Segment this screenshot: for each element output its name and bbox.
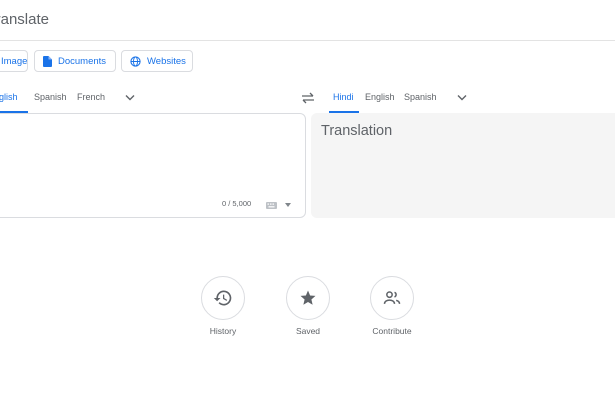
target-lang-tab-spanish[interactable]: Spanish [404,92,437,102]
people-icon [383,291,401,304]
target-lang-tab-english[interactable]: English [365,92,395,102]
contribute-label: Contribute [372,326,412,336]
target-lang-tab-hindi[interactable]: Hindi [333,92,354,102]
websites-mode-button[interactable]: Websites [121,50,193,72]
document-icon [43,55,52,67]
keyboard-icon[interactable] [266,202,277,209]
documents-mode-button[interactable]: Documents [34,50,116,72]
translation-output-area: Translation [311,113,615,218]
history-button[interactable]: History [193,276,253,336]
app-title: Translate [0,11,49,28]
input-tools-caret-down-icon[interactable] [285,203,291,207]
history-circle[interactable] [201,276,245,320]
contribute-circle[interactable] [370,276,414,320]
saved-circle[interactable] [286,276,330,320]
contribute-button[interactable]: Contribute [362,276,422,336]
translation-placeholder: Translation [321,123,393,139]
history-icon [213,290,232,306]
source-lang-tab-spanish[interactable]: Spanish [34,92,67,102]
images-mode-label: Images [1,55,28,67]
char-count: 0 / 5,000 [222,199,252,208]
history-label: History [209,326,237,336]
documents-mode-label: Documents [58,55,107,67]
swap-languages-icon[interactable] [301,92,315,104]
translate-app: Translate Images Documents Websites Engl… [0,0,615,410]
saved-label: Saved [295,326,321,336]
globe-icon [130,55,141,67]
source-text-area[interactable]: 0 / 5,000 [0,113,306,218]
source-lang-tab-english[interactable]: English [0,92,18,102]
websites-mode-label: Websites [147,55,186,67]
images-mode-button[interactable]: Images [0,50,28,72]
star-icon [300,290,316,305]
saved-button[interactable]: Saved [278,276,338,336]
target-lang-more-chevron-down-icon[interactable] [457,94,467,102]
app-header: Translate [0,0,615,41]
source-lang-tab-french[interactable]: French [77,92,105,102]
source-lang-more-chevron-down-icon[interactable] [125,94,135,102]
